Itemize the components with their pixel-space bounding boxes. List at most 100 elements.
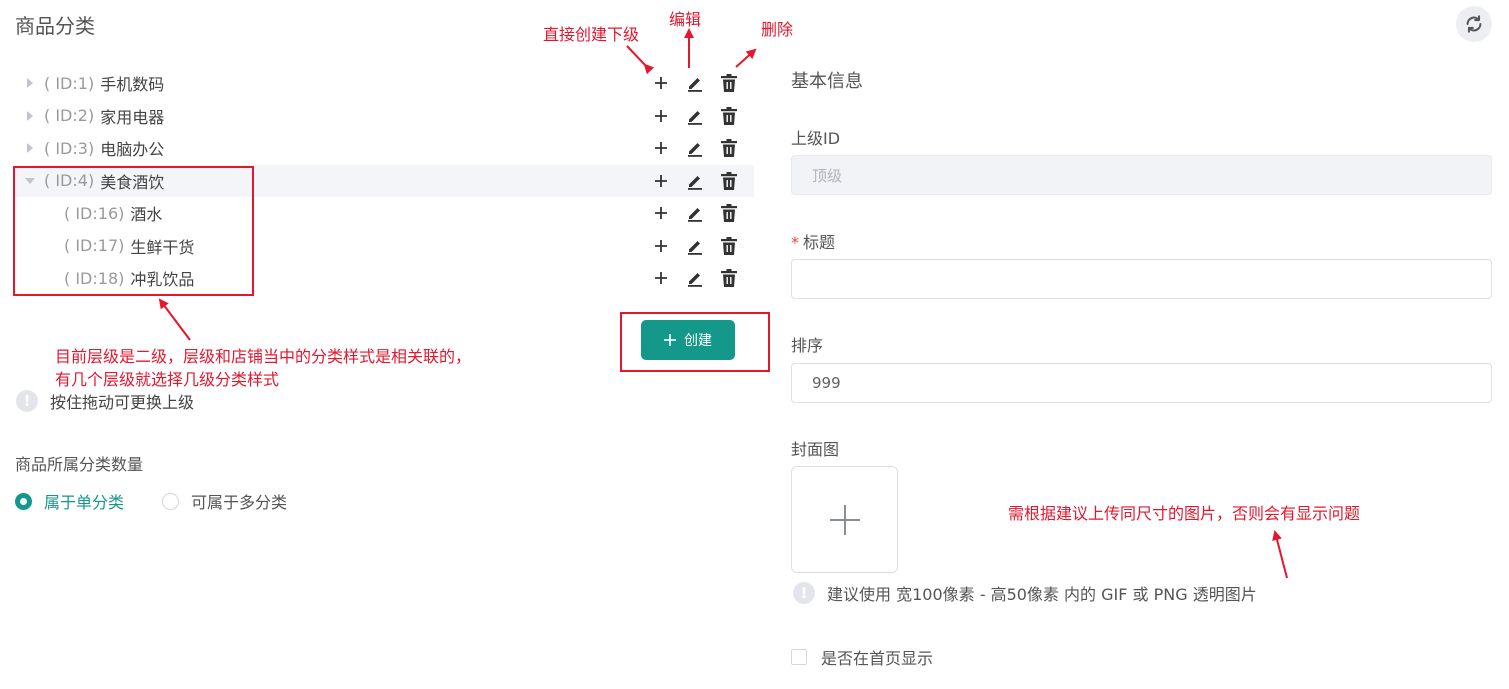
show-home-label: 是否在首页显示 [821,649,934,668]
cover-size-tip-text: 建议使用 宽100像素 - 高50像素 内的 GIF 或 PNG 透明图片 [827,585,1257,604]
plus-icon [655,109,667,122]
arrow-level-note [158,298,191,341]
required-mark: * [791,233,799,252]
radio-dot[interactable] [15,492,32,510]
row-actions [644,262,746,295]
cover-label: 封面图 [791,440,840,459]
edit-button[interactable] [678,104,712,128]
title-input[interactable] [791,259,1492,299]
title-label: * 标题 [791,229,835,253]
cover-size-tip: ! 建议使用 宽100像素 - 高50像素 内的 GIF 或 PNG 透明图片 [793,581,1257,605]
add-child-button[interactable] [644,71,678,95]
add-child-button[interactable] [644,201,678,225]
plus-icon [655,239,667,252]
annotation-create-child: 直接创建下级 [543,25,640,44]
plus-icon [655,142,667,155]
sort-label: 排序 [791,336,824,355]
parent-id-value: 顶级 [812,166,843,185]
add-child-button[interactable] [644,136,678,160]
pencil-icon [688,273,702,288]
refresh-button[interactable] [1456,6,1492,42]
pencil-icon [688,208,702,223]
delete-button[interactable] [712,169,746,193]
radio-single-category[interactable]: 属于单分类 [15,489,124,513]
info-icon: ! [793,582,815,604]
trash-icon [721,74,737,93]
expand-caret-icon[interactable] [24,142,36,154]
pencil-icon [688,240,702,255]
show-home-row[interactable]: 是否在首页显示 [791,645,933,669]
trash-icon [721,171,737,190]
delete-button[interactable] [712,136,746,160]
delete-button[interactable] [712,71,746,95]
title-label-text: 标题 [803,233,836,252]
add-child-button[interactable] [644,266,678,290]
drag-tip-text: 按住拖动可更换上级 [50,393,195,412]
delete-button[interactable] [712,201,746,225]
sort-input[interactable]: 999 [791,363,1492,403]
radio-multi-category[interactable]: 可属于多分类 [162,489,287,513]
plus-icon [655,174,667,187]
add-child-button[interactable] [644,234,678,258]
node-id: ( ID:3) [44,138,95,158]
edit-button[interactable] [678,234,712,258]
row-actions [644,100,746,133]
pencil-icon [688,143,702,158]
plus-icon [655,272,667,285]
info-icon: ! [16,390,38,412]
cover-upload[interactable] [791,466,898,573]
trash-icon [721,269,737,288]
tree-row[interactable]: ( ID:1) 手机数码 [14,67,754,100]
expand-caret-icon[interactable] [24,77,36,89]
category-count-label: 商品所属分类数量 [15,455,144,474]
category-count-radio-group: 属于单分类 可属于多分类 [15,489,325,513]
annotation-box-level [13,166,254,296]
trash-icon [721,106,737,125]
tree-row[interactable]: ( ID:2) 家用电器 [14,100,754,133]
edit-button[interactable] [678,136,712,160]
node-id: ( ID:2) [44,106,95,126]
radio-label: 可属于多分类 [191,493,288,512]
edit-button[interactable] [678,201,712,225]
annotation-edit: 编辑 [669,10,702,29]
add-child-button[interactable] [644,104,678,128]
plus-icon [829,504,860,535]
pencil-icon [688,110,702,125]
delete-button[interactable] [712,234,746,258]
plus-icon [655,207,667,220]
edit-button[interactable] [678,71,712,95]
row-actions [644,230,746,263]
trash-icon [721,236,737,255]
row-actions [644,165,746,198]
delete-button[interactable] [712,266,746,290]
trash-icon [721,139,737,158]
parent-id-input: 顶级 [791,155,1492,195]
edit-button[interactable] [678,169,712,193]
annotation-image-note: 需根据建议上传同尺寸的图片，否则会有显示问题 [1008,504,1361,523]
radio-dot[interactable] [162,492,180,510]
plus-icon [655,77,667,90]
pencil-icon [688,175,702,190]
form-heading: 基本信息 [791,71,863,92]
expand-caret-icon[interactable] [24,110,36,122]
row-actions [644,67,746,100]
node-id: ( ID:1) [44,73,95,93]
edit-button[interactable] [678,266,712,290]
trash-icon [721,204,737,223]
add-child-button[interactable] [644,169,678,193]
tree-row[interactable]: ( ID:3) 电脑办公 [14,132,754,165]
arrow-create-child [626,45,655,75]
drag-tip: ! 按住拖动可更换上级 [16,389,194,413]
parent-id-label: 上级ID [791,129,841,148]
refresh-icon [1466,15,1482,33]
radio-label: 属于单分类 [44,493,125,512]
pencil-icon [688,78,702,93]
arrow-image-note [1272,530,1288,579]
row-actions [644,197,746,230]
show-home-checkbox[interactable] [791,649,807,665]
annotation-box-create [620,312,770,372]
delete-button[interactable] [712,104,746,128]
node-name: 手机数码 [100,75,165,95]
arrow-delete [735,48,757,68]
row-actions [644,132,746,165]
